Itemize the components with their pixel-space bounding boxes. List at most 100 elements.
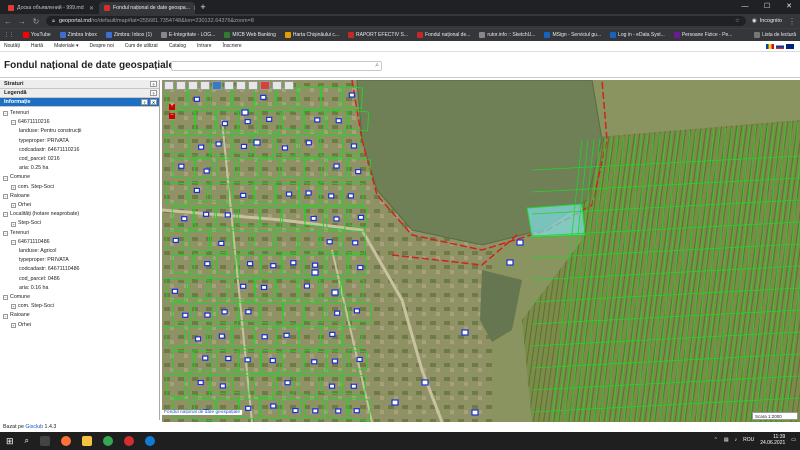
tree-node[interactable]: + com. Step-Soci [3,183,159,192]
star-icon[interactable]: ☆ [735,18,740,24]
collapse-icon[interactable]: − [3,111,8,117]
expand-icon[interactable]: + [11,203,16,209]
collapse-icon[interactable]: − [11,120,16,126]
satellite-map[interactable] [162,80,800,422]
panel-legenda[interactable]: Legendă? [0,89,159,98]
tree-node[interactable]: − Comune [3,293,159,302]
chevron-up-icon[interactable]: ⌃ [714,437,718,443]
tree-node[interactable]: + Orhei [3,201,159,210]
volume-icon[interactable]: ♪ [735,437,738,443]
layer-tool-icon[interactable] [248,81,258,90]
tree-node[interactable]: − Localități (hotare neaprobate) [3,210,159,219]
minimize-icon[interactable]: — [734,0,756,14]
forward-icon[interactable]: → [18,17,26,26]
back-icon[interactable]: ← [4,17,12,26]
collapse-icon[interactable]: − [11,239,16,245]
bookmark-msign[interactable]: MSign - Serviciul gu... [544,32,601,38]
flag-en-icon[interactable] [786,43,794,49]
collapse-icon[interactable]: − [3,193,8,199]
menu-item-noutati[interactable]: Noutăți [4,43,20,49]
menu-item-harta[interactable]: Hartă [31,43,43,49]
collapse-icon[interactable]: − [3,230,8,236]
info-tool-icon[interactable] [212,81,222,90]
home-tool-icon[interactable] [164,81,174,90]
tree-node[interactable]: + Step-Soci [3,219,159,228]
tree-node[interactable]: − Terenuri [3,229,159,238]
windows-start-icon[interactable]: ⊞ [6,436,14,447]
draw-tool-icon[interactable] [236,81,246,90]
measure-tool-icon[interactable] [224,81,234,90]
chrome-icon[interactable] [103,436,114,446]
collapse-icon[interactable]: − [3,313,8,319]
menu-item-catalog[interactable]: Catalog [169,43,186,49]
browser-tab-999[interactable]: Доска объявлений - 999.md ✕ [3,2,99,14]
bookmark-zimbra[interactable]: Zimbra Inbox [59,32,97,38]
collapse-icon[interactable]: − [3,212,8,218]
zoom-box-tool-icon[interactable] [188,81,198,90]
tree-node[interactable]: + com. Step-Soci [3,302,159,311]
url-field[interactable]: 🔒︎ geoportal.md/ro/default/map#lat=25568… [46,16,746,26]
help-icon[interactable]: ? [141,99,148,105]
menu-dots-icon[interactable]: ⋮ [788,17,796,26]
close-panel-icon[interactable]: ✕ [150,99,157,105]
bookmark-rutor[interactable]: rutor.info :: SketchU... [479,32,535,38]
menu-item-materiale[interactable]: Materiale ▾ [54,43,78,49]
edge-icon[interactable] [145,436,156,446]
expand-icon[interactable]: + [11,304,16,310]
bookmark-edata[interactable]: Log in - eData Syst... [610,32,665,38]
tree-node[interactable]: + Orhei [3,321,159,330]
flag-ru-icon[interactable] [776,43,784,49]
export-tool-icon[interactable] [284,81,294,90]
zoom-in-icon[interactable]: + [169,103,175,110]
search-input[interactable]: ⌕ [171,61,382,71]
fullscreen-tool-icon[interactable] [200,81,210,90]
search-taskbar-icon[interactable]: ⌕ [25,436,29,446]
bookmark-youtube[interactable]: YouTube [23,32,51,38]
clock[interactable]: 11:39 24.06.2021 [760,434,785,446]
task-view-icon[interactable] [40,436,51,446]
notification-icon[interactable]: ▭ [791,437,796,443]
gisclub-link[interactable]: Gisclub [25,424,43,430]
apps-icon[interactable]: ⋮⋮ [4,32,14,38]
bookmark-e-integritate[interactable]: E-Integritate - LOG... [160,32,215,38]
bookmark-harta[interactable]: Harta Chişinăului c... [284,32,339,38]
maximize-icon[interactable]: ☐ [756,0,778,14]
panel-toggle-icon[interactable]: ? [150,81,157,87]
panel-straturi[interactable]: Straturi? [0,80,159,89]
network-icon[interactable]: ▤ [724,437,729,443]
panel-informatie[interactable]: Informație? ✕ [0,98,159,107]
menu-item-inscriere[interactable]: Înscriere [223,43,242,49]
collapse-icon[interactable]: − [3,175,8,181]
explorer-icon[interactable] [82,436,93,446]
tree-node[interactable]: − Comune [3,173,159,182]
browser-tab-geoportal[interactable]: Fondul național de date geospa... ✕ [99,2,195,14]
menu-item-cum[interactable]: Cum de utilizat [125,43,158,49]
incognito-indicator[interactable]: ◉ Incognito [752,18,782,24]
reading-list[interactable]: Lista de lectură [754,32,796,38]
bookmark-raport[interactable]: RAPORT EFECTIV S... [348,32,408,38]
language-indicator[interactable]: ROU [743,437,754,443]
expand-icon[interactable]: + [11,221,16,227]
panel-toggle-icon[interactable]: ? [150,90,157,96]
tree-node[interactable]: − Terenuri [3,109,159,118]
reload-icon[interactable]: ↻ [32,17,40,26]
pan-tool-icon[interactable] [176,81,186,90]
tree-node[interactable]: −64671110486 [3,238,159,247]
search-icon[interactable]: ⌕ [375,62,379,70]
expand-icon[interactable]: + [11,184,16,190]
tree-node[interactable]: − Raioane [3,192,159,201]
tree-node[interactable]: −64671110216 [3,118,159,127]
map-canvas[interactable] [162,80,800,422]
tab-close-icon[interactable]: ✕ [193,5,195,12]
bookmark-micb[interactable]: MICB Web Banking [224,32,276,38]
menu-item-intrare[interactable]: Intrare [197,43,211,49]
clear-tool-icon[interactable] [260,81,270,90]
zoom-out-icon[interactable]: − [169,112,175,119]
selected-parcel[interactable] [526,203,586,238]
tab-close-icon[interactable]: ✕ [89,5,94,12]
opera-icon[interactable] [124,436,135,446]
bookmark-zimbra-inbox[interactable]: Zimbra: Inbox (1) [105,32,152,38]
collapse-icon[interactable]: − [3,295,8,301]
new-tab-button[interactable]: + [197,2,209,14]
bookmark-fondul[interactable]: Fondul național de... [417,32,470,38]
